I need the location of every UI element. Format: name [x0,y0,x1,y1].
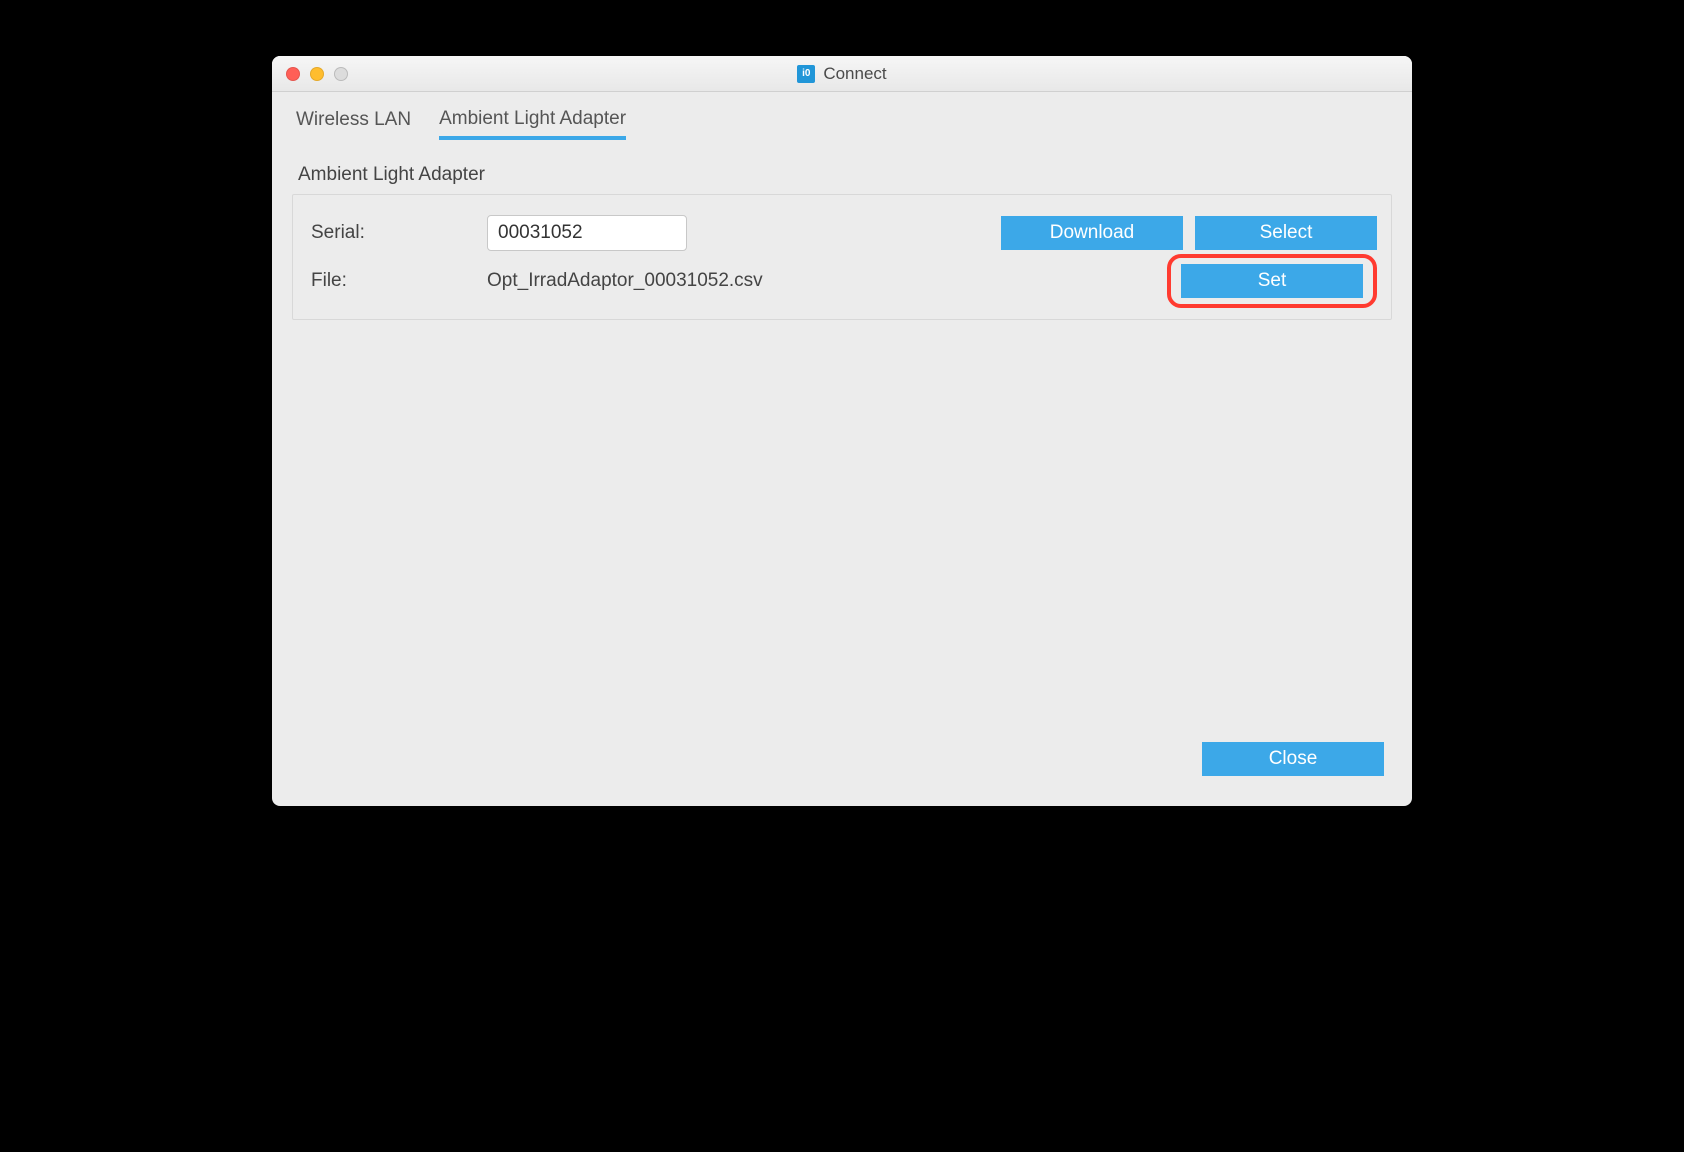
adapter-panel: Serial: Download Select File: Opt_IrradA… [292,194,1392,320]
set-highlight: Set [1167,254,1377,308]
tab-wireless-lan[interactable]: Wireless LAN [296,108,411,140]
connect-window: i0 Connect Wireless LAN Ambient Light Ad… [272,56,1412,806]
maximize-window-icon [334,67,348,81]
minimize-window-icon[interactable] [310,67,324,81]
serial-input[interactable] [487,215,687,251]
footer: Close [1202,742,1384,776]
titlebar: i0 Connect [272,56,1412,92]
traffic-lights [272,67,348,81]
file-label: File: [307,270,487,292]
window-title-area: i0 Connect [272,64,1412,84]
close-window-icon[interactable] [286,67,300,81]
content-area: Wireless LAN Ambient Light Adapter Ambie… [272,92,1412,806]
app-icon: i0 [797,65,815,83]
serial-label: Serial: [307,222,487,244]
close-button[interactable]: Close [1202,742,1384,776]
serial-row: Serial: Download Select [307,209,1377,257]
tab-ambient-light-adapter[interactable]: Ambient Light Adapter [439,108,626,140]
serial-buttons: Download Select [1001,216,1377,250]
download-button[interactable]: Download [1001,216,1183,250]
file-value: Opt_IrradAdaptor_00031052.csv [487,270,1167,292]
tab-bar: Wireless LAN Ambient Light Adapter [272,92,1412,140]
section-title: Ambient Light Adapter [272,140,1412,194]
select-button[interactable]: Select [1195,216,1377,250]
set-button[interactable]: Set [1181,264,1363,298]
file-row: File: Opt_IrradAdaptor_00031052.csv Set [307,257,1377,305]
window-title: Connect [823,64,886,84]
